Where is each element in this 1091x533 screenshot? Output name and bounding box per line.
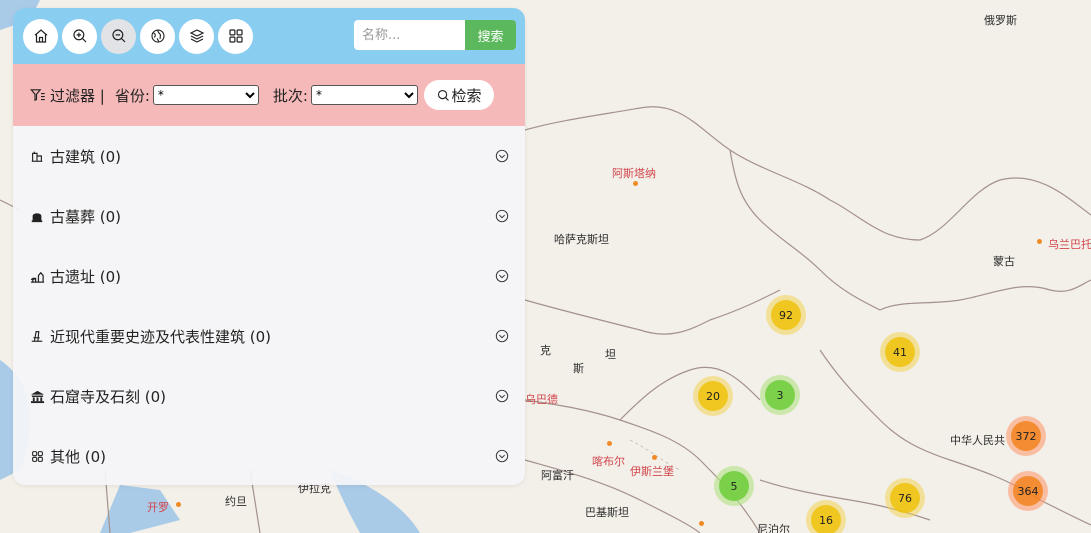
monument-icon <box>29 328 45 344</box>
category-item-ancient-buildings[interactable]: 古建筑 (0) <box>13 126 525 186</box>
toolbar: 搜索 <box>13 8 525 64</box>
city-dot-misc <box>699 521 704 526</box>
city-label-astana: 阿斯塔纳 <box>612 167 656 180</box>
search-button[interactable]: 搜索 <box>465 20 516 50</box>
map-label-tan: 坦 <box>605 348 616 361</box>
chevron-down-icon[interactable] <box>495 269 509 283</box>
cluster-marker[interactable]: 3 <box>760 375 800 415</box>
grid-button[interactable] <box>218 18 253 54</box>
building-icon <box>29 148 45 164</box>
cluster-count: 92 <box>771 300 801 330</box>
category-label: 石窟寺及石刻 (0) <box>50 387 167 406</box>
grid-icon <box>228 29 243 43</box>
map-label-mongolia: 蒙古 <box>993 255 1015 268</box>
home-button[interactable] <box>23 18 58 54</box>
zoom-out-icon <box>111 29 125 43</box>
category-list: 古建筑 (0) 古墓葬 (0) 古遗址 (0) 近现代重要史迹及代表性建筑 (0… <box>13 126 525 485</box>
map-label-nepal: 尼泊尔 <box>757 523 790 533</box>
chevron-down-icon[interactable] <box>495 209 509 223</box>
cluster-count: 372 <box>1011 421 1041 451</box>
chevron-down-icon[interactable] <box>495 389 509 403</box>
cluster-count: 41 <box>885 337 915 367</box>
check-label: 检索 <box>451 86 482 105</box>
category-label: 古墓葬 (0) <box>50 207 122 226</box>
city-dot-astana <box>633 181 638 186</box>
province-label: 省份: <box>114 86 150 105</box>
city-label-islamabad: 伊斯兰堡 <box>630 465 674 478</box>
home-icon <box>34 29 47 43</box>
category-label: 其他 (0) <box>50 447 107 466</box>
cluster-marker[interactable]: 364 <box>1008 471 1048 511</box>
control-panel: 搜索 过滤器 | 省份: * 批次: * 检索 古建筑 (0) <box>13 8 525 485</box>
map-label-si: 斯 <box>573 362 584 375</box>
cluster-marker[interactable]: 92 <box>766 295 806 335</box>
filter-icon <box>30 89 45 102</box>
check-button[interactable]: 检索 <box>423 80 494 110</box>
map-label-china: 中华人民共 <box>950 434 1005 447</box>
city-label-kabul: 喀布尔 <box>592 455 625 468</box>
city-label-cairo: 开罗 <box>147 501 169 514</box>
zoom-in-button[interactable] <box>62 18 97 54</box>
globe-button[interactable] <box>140 18 175 54</box>
batch-select[interactable]: * <box>310 85 418 105</box>
other-icon <box>29 448 45 464</box>
cluster-marker[interactable]: 41 <box>880 332 920 372</box>
category-item-grottoes[interactable]: 石窟寺及石刻 (0) <box>13 366 525 426</box>
cluster-marker[interactable]: 5 <box>714 466 754 506</box>
zoom-out-button[interactable] <box>101 18 136 54</box>
category-item-ancient-tombs[interactable]: 古墓葬 (0) <box>13 186 525 246</box>
map-label-russia: 俄罗斯 <box>984 14 1017 27</box>
cluster-marker[interactable]: 20 <box>693 376 733 416</box>
chevron-down-icon[interactable] <box>495 149 509 163</box>
cluster-count: 5 <box>719 471 749 501</box>
city-dot-islamabad <box>652 455 657 460</box>
map-label-kazakhstan: 哈萨克斯坦 <box>554 233 609 246</box>
cluster-marker[interactable]: 76 <box>885 478 925 518</box>
search-input[interactable] <box>354 20 465 50</box>
category-label: 古遗址 (0) <box>50 267 122 286</box>
category-label: 近现代重要史迹及代表性建筑 (0) <box>50 327 272 346</box>
map-label-jordan: 约旦 <box>225 495 247 508</box>
ruins-icon <box>29 268 45 284</box>
category-item-modern-sites[interactable]: 近现代重要史迹及代表性建筑 (0) <box>13 306 525 366</box>
tomb-icon <box>29 208 45 224</box>
cluster-count: 364 <box>1013 476 1043 506</box>
city-dot-cairo <box>176 502 181 507</box>
filter-bar: 过滤器 | 省份: * 批次: * 检索 <box>13 64 525 126</box>
layers-icon <box>189 29 204 43</box>
filter-title: 过滤器 | <box>50 86 105 105</box>
zoom-in-icon <box>72 29 86 43</box>
cluster-count: 16 <box>811 505 841 533</box>
chevron-down-icon[interactable] <box>495 329 509 343</box>
cluster-count: 20 <box>698 381 728 411</box>
search-box: 搜索 <box>354 20 516 50</box>
chevron-down-icon[interactable] <box>495 449 509 463</box>
temple-icon <box>29 388 45 404</box>
search-icon <box>438 89 450 101</box>
cluster-marker[interactable]: 16 <box>806 500 846 533</box>
city-dot-kabul <box>607 441 612 446</box>
globe-icon <box>150 29 165 43</box>
cluster-count: 76 <box>890 483 920 513</box>
city-label-wubade: 乌巴德 <box>525 393 558 406</box>
cluster-marker[interactable]: 372 <box>1006 416 1046 456</box>
city-label-ulaanbaatar: 乌兰巴托 <box>1048 238 1091 251</box>
map-label-pakistan: 巴基斯坦 <box>585 506 629 519</box>
map-label-ke: 克 <box>540 344 551 357</box>
batch-label: 批次: <box>272 86 308 105</box>
category-item-other[interactable]: 其他 (0) <box>13 426 525 485</box>
province-select[interactable]: * <box>152 85 259 105</box>
category-item-ancient-sites[interactable]: 古遗址 (0) <box>13 246 525 306</box>
layers-button[interactable] <box>179 18 214 54</box>
cluster-count: 3 <box>765 380 795 410</box>
map-label-afghanistan: 阿富汗 <box>541 469 574 482</box>
category-label: 古建筑 (0) <box>50 147 122 166</box>
city-dot-ulaanbaatar <box>1037 239 1042 244</box>
